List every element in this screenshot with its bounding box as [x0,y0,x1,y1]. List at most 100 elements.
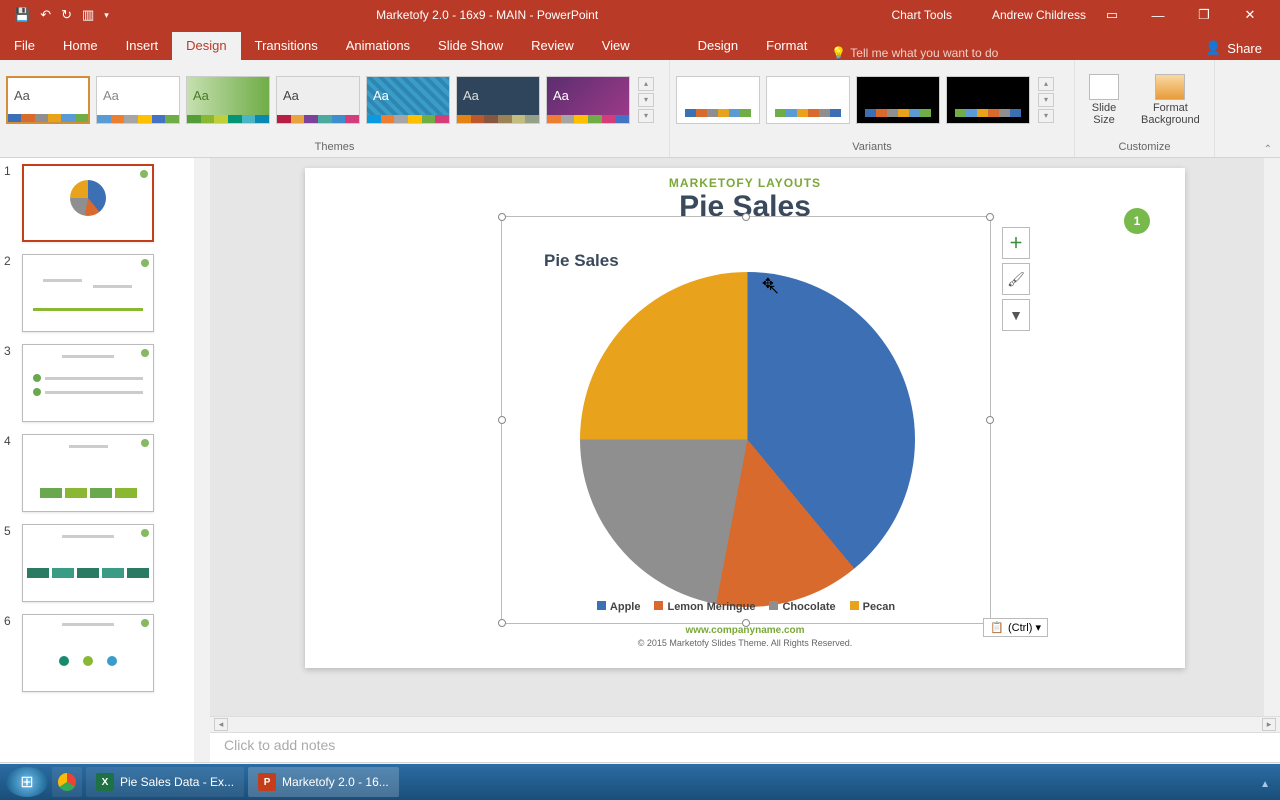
variant-thumb[interactable] [676,76,760,124]
tell-me-search[interactable]: 💡 Tell me what you want to do [821,46,1187,60]
theme-thumb[interactable]: Aa [186,76,270,124]
qat-more-icon[interactable]: ▾ [104,10,109,21]
tab-file[interactable]: File [0,32,49,60]
customize-group-label: Customize [1075,139,1214,155]
minimize-icon[interactable]: — [1138,8,1178,23]
slide-thumbnail-4[interactable] [22,434,154,512]
share-icon: 👤 [1205,40,1221,56]
tab-chart-design[interactable]: Design [684,32,752,60]
slide-thumbnail-2[interactable] [22,254,154,332]
tab-design[interactable]: Design [172,32,240,60]
notes-pane[interactable]: Click to add notes [210,732,1280,762]
ribbon-tabs: File Home Insert Design Transitions Anim… [0,30,1280,60]
start-button[interactable]: ⊞ [6,767,48,797]
variant-thumb[interactable] [856,76,940,124]
legend-apple: Apple [610,601,641,613]
tell-me-placeholder: Tell me what you want to do [850,46,998,60]
thumb-number: 5 [4,524,16,602]
format-background-button[interactable]: Format Background [1133,70,1208,130]
tab-slide-show[interactable]: Slide Show [424,32,517,60]
slide-thumbnail-6[interactable] [22,614,154,692]
tab-transitions[interactable]: Transitions [241,32,332,60]
chart-legend[interactable]: Apple Lemon Meringue Chocolate Pecan [502,601,990,613]
footer-url: www.companyname.com [305,625,1185,636]
variants-group-label: Variants [670,139,1074,155]
ribbon: Aa Aa Aa Aa Aa Aa Aa ▴▾▾ Themes ▴▾▾ Vari… [0,60,1280,158]
thumb-number: 6 [4,614,16,692]
slide-size-button[interactable]: Slide Size [1081,70,1127,130]
resize-handle[interactable] [986,416,994,424]
resize-handle[interactable] [742,213,750,221]
themes-more[interactable]: ▴▾▾ [638,77,654,123]
start-from-beginning-icon[interactable]: ▥ [82,7,94,23]
close-icon[interactable]: ✕ [1230,7,1270,23]
lightbulb-icon: 💡 [831,46,846,60]
editor-horizontal-scrollbar[interactable]: ◂▸ [210,716,1280,732]
resize-handle[interactable] [498,416,506,424]
tab-chart-format[interactable]: Format [752,32,821,60]
title-bar: 💾 ↶ ↻ ▥ ▾ Marketofy 2.0 - 16x9 - MAIN - … [0,0,1280,30]
tab-view[interactable]: View [588,32,644,60]
slide-thumbnail-panel: 1 2 3 4 5 6 [0,158,210,762]
resize-handle[interactable] [986,213,994,221]
slide-canvas[interactable]: MARKETOFY LAYOUTS Pie Sales 1 ✥↖ Pie Sal… [305,168,1185,668]
thumb-number: 1 [4,164,16,242]
taskbar-powerpoint[interactable]: PMarketofy 2.0 - 16... [248,767,399,797]
taskbar-chrome[interactable] [52,767,82,797]
theme-thumb-current[interactable]: Aa [6,76,90,124]
tab-review[interactable]: Review [517,32,588,60]
chart-filters-button[interactable]: ▼ [1002,299,1030,331]
windows-taskbar: ⊞ XPie Sales Data - Ex... PMarketofy 2.0… [0,764,1280,800]
theme-thumb[interactable]: Aa [276,76,360,124]
slide-thumbnail-5[interactable] [22,524,154,602]
themes-group-label: Themes [0,139,669,155]
save-icon[interactable]: 💾 [14,7,30,23]
slide-thumbnail-1[interactable] [22,164,154,242]
format-background-label: Format Background [1141,102,1200,126]
slide-size-icon [1089,74,1119,100]
theme-thumb[interactable]: Aa [546,76,630,124]
chart-object[interactable]: ✥↖ Pie Sales Apple Lemon Meringue Chocol… [501,216,991,624]
document-title: Marketofy 2.0 - 16x9 - MAIN - PowerPoint [123,8,852,22]
system-tray-icon[interactable]: ▲ [1260,779,1270,790]
thumb-number: 3 [4,344,16,422]
chart-elements-button[interactable]: ＋ [1002,227,1030,259]
theme-thumb[interactable]: Aa [366,76,450,124]
legend-pecan: Pecan [863,601,895,613]
thumb-number: 2 [4,254,16,332]
variant-thumb[interactable] [766,76,850,124]
contextual-tab-label: Chart Tools [851,8,991,22]
footer-copyright: © 2015 Marketofy Slides Theme. All Right… [305,638,1185,648]
pie-chart[interactable] [580,272,915,607]
format-background-icon [1155,74,1185,100]
share-label: Share [1227,41,1262,56]
theme-thumb[interactable]: Aa [456,76,540,124]
layout-label: MARKETOFY LAYOUTS [305,168,1185,190]
user-name[interactable]: Andrew Childress [992,8,1086,22]
collapse-ribbon-icon[interactable]: ⌃ [1264,144,1272,155]
resize-handle[interactable] [498,213,506,221]
tab-home[interactable]: Home [49,32,112,60]
themes-gallery[interactable]: Aa Aa Aa Aa Aa Aa Aa ▴▾▾ [0,60,669,139]
variant-thumb[interactable] [946,76,1030,124]
share-button[interactable]: 👤 Share [1187,36,1280,60]
variants-gallery[interactable]: ▴▾▾ [670,60,1074,139]
thumbnail-scrollbar[interactable] [194,158,210,762]
taskbar-excel[interactable]: XPie Sales Data - Ex... [86,767,244,797]
tab-animations[interactable]: Animations [332,32,424,60]
redo-icon[interactable]: ↻ [61,7,72,23]
slide-thumbnail-3[interactable] [22,344,154,422]
thumb-number: 4 [4,434,16,512]
variants-more[interactable]: ▴▾▾ [1038,77,1054,123]
taskbar-excel-label: Pie Sales Data - Ex... [120,775,234,789]
chart-styles-button[interactable]: 🖌 [1002,263,1030,295]
chart-title[interactable]: Pie Sales [544,251,619,271]
undo-icon[interactable]: ↶ [40,7,51,23]
editor-vertical-scrollbar[interactable] [1264,158,1280,716]
legend-chocolate: Chocolate [782,601,835,613]
restore-icon[interactable]: ❐ [1184,7,1224,23]
taskbar-powerpoint-label: Marketofy 2.0 - 16... [282,775,389,789]
ribbon-options-icon[interactable]: ▭ [1092,7,1132,23]
tab-insert[interactable]: Insert [112,32,173,60]
theme-thumb[interactable]: Aa [96,76,180,124]
